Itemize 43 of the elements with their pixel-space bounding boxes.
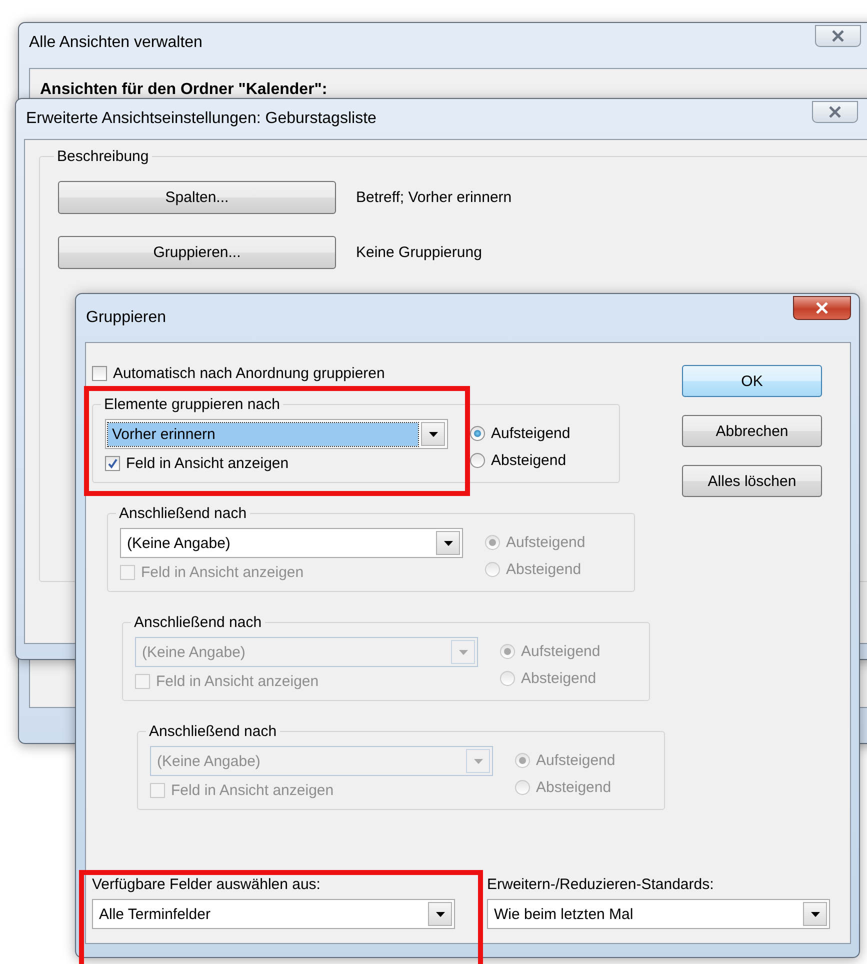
checkbox[interactable] [105,456,120,471]
caret-icon [474,758,482,764]
checkbox-label[interactable]: Automatisch nach Anordnung gruppieren [113,365,385,382]
dropdown[interactable]: Wie beim letzten Mal [487,899,830,929]
dialog-button[interactable]: Abbrechen [682,415,822,447]
field-label: Erweitern-/Reduzieren-Standards: [487,876,715,893]
setting-value: Keine Gruppierung [356,244,482,261]
dialog-button[interactable]: OK [682,365,822,397]
radio-label[interactable]: Aufsteigend [491,425,570,442]
setting-value: Betreff; Vorher erinnern [356,189,512,206]
group-label: Anschließend nach [118,505,248,522]
close-button[interactable] [812,101,858,123]
caret-icon [458,650,468,654]
window-title: Erweiterte Ansichtseinstellungen: Geburstagsliste [26,110,376,128]
caret-icon [810,912,820,916]
radio-label[interactable]: Absteigend [491,452,566,469]
dropdown[interactable]: Vorher erinnern [105,419,448,449]
window-title: Alle Ansichten verwalten [29,34,202,52]
radio-button[interactable] [470,426,485,441]
group-label: Elemente gruppieren nach [103,396,281,413]
window-title: Gruppieren [86,309,166,327]
settings-button[interactable]: Spalten... [58,181,336,214]
settings-button[interactable]: Gruppieren... [58,236,336,269]
dialog-button[interactable]: Alles löschen [682,465,822,497]
caret-icon [428,432,438,436]
group-label: Anschließend nach [133,614,263,631]
close-icon [831,30,845,42]
dropdown[interactable]: Alle Terminfelder [92,899,455,929]
close-icon [815,302,829,314]
close-button[interactable] [815,25,861,47]
dropdown[interactable]: (Keine Angabe) [120,528,463,558]
group-label: Anschließend nach [148,723,278,740]
checkbox[interactable] [92,366,107,381]
checkbox-label[interactable]: Feld in Ansicht anzeigen [126,455,289,472]
folder-label: Ansichten für den Ordner "Kalender": [40,81,328,98]
group-label: Beschreibung [56,148,150,165]
close-button[interactable] [793,296,851,320]
close-icon [828,106,842,118]
field-label: Verfügbare Felder auswählen aus: [92,876,322,893]
radio-button[interactable] [470,453,485,468]
caret-icon [436,912,444,916]
checkmark-icon [107,458,118,469]
caret-icon [444,540,452,546]
